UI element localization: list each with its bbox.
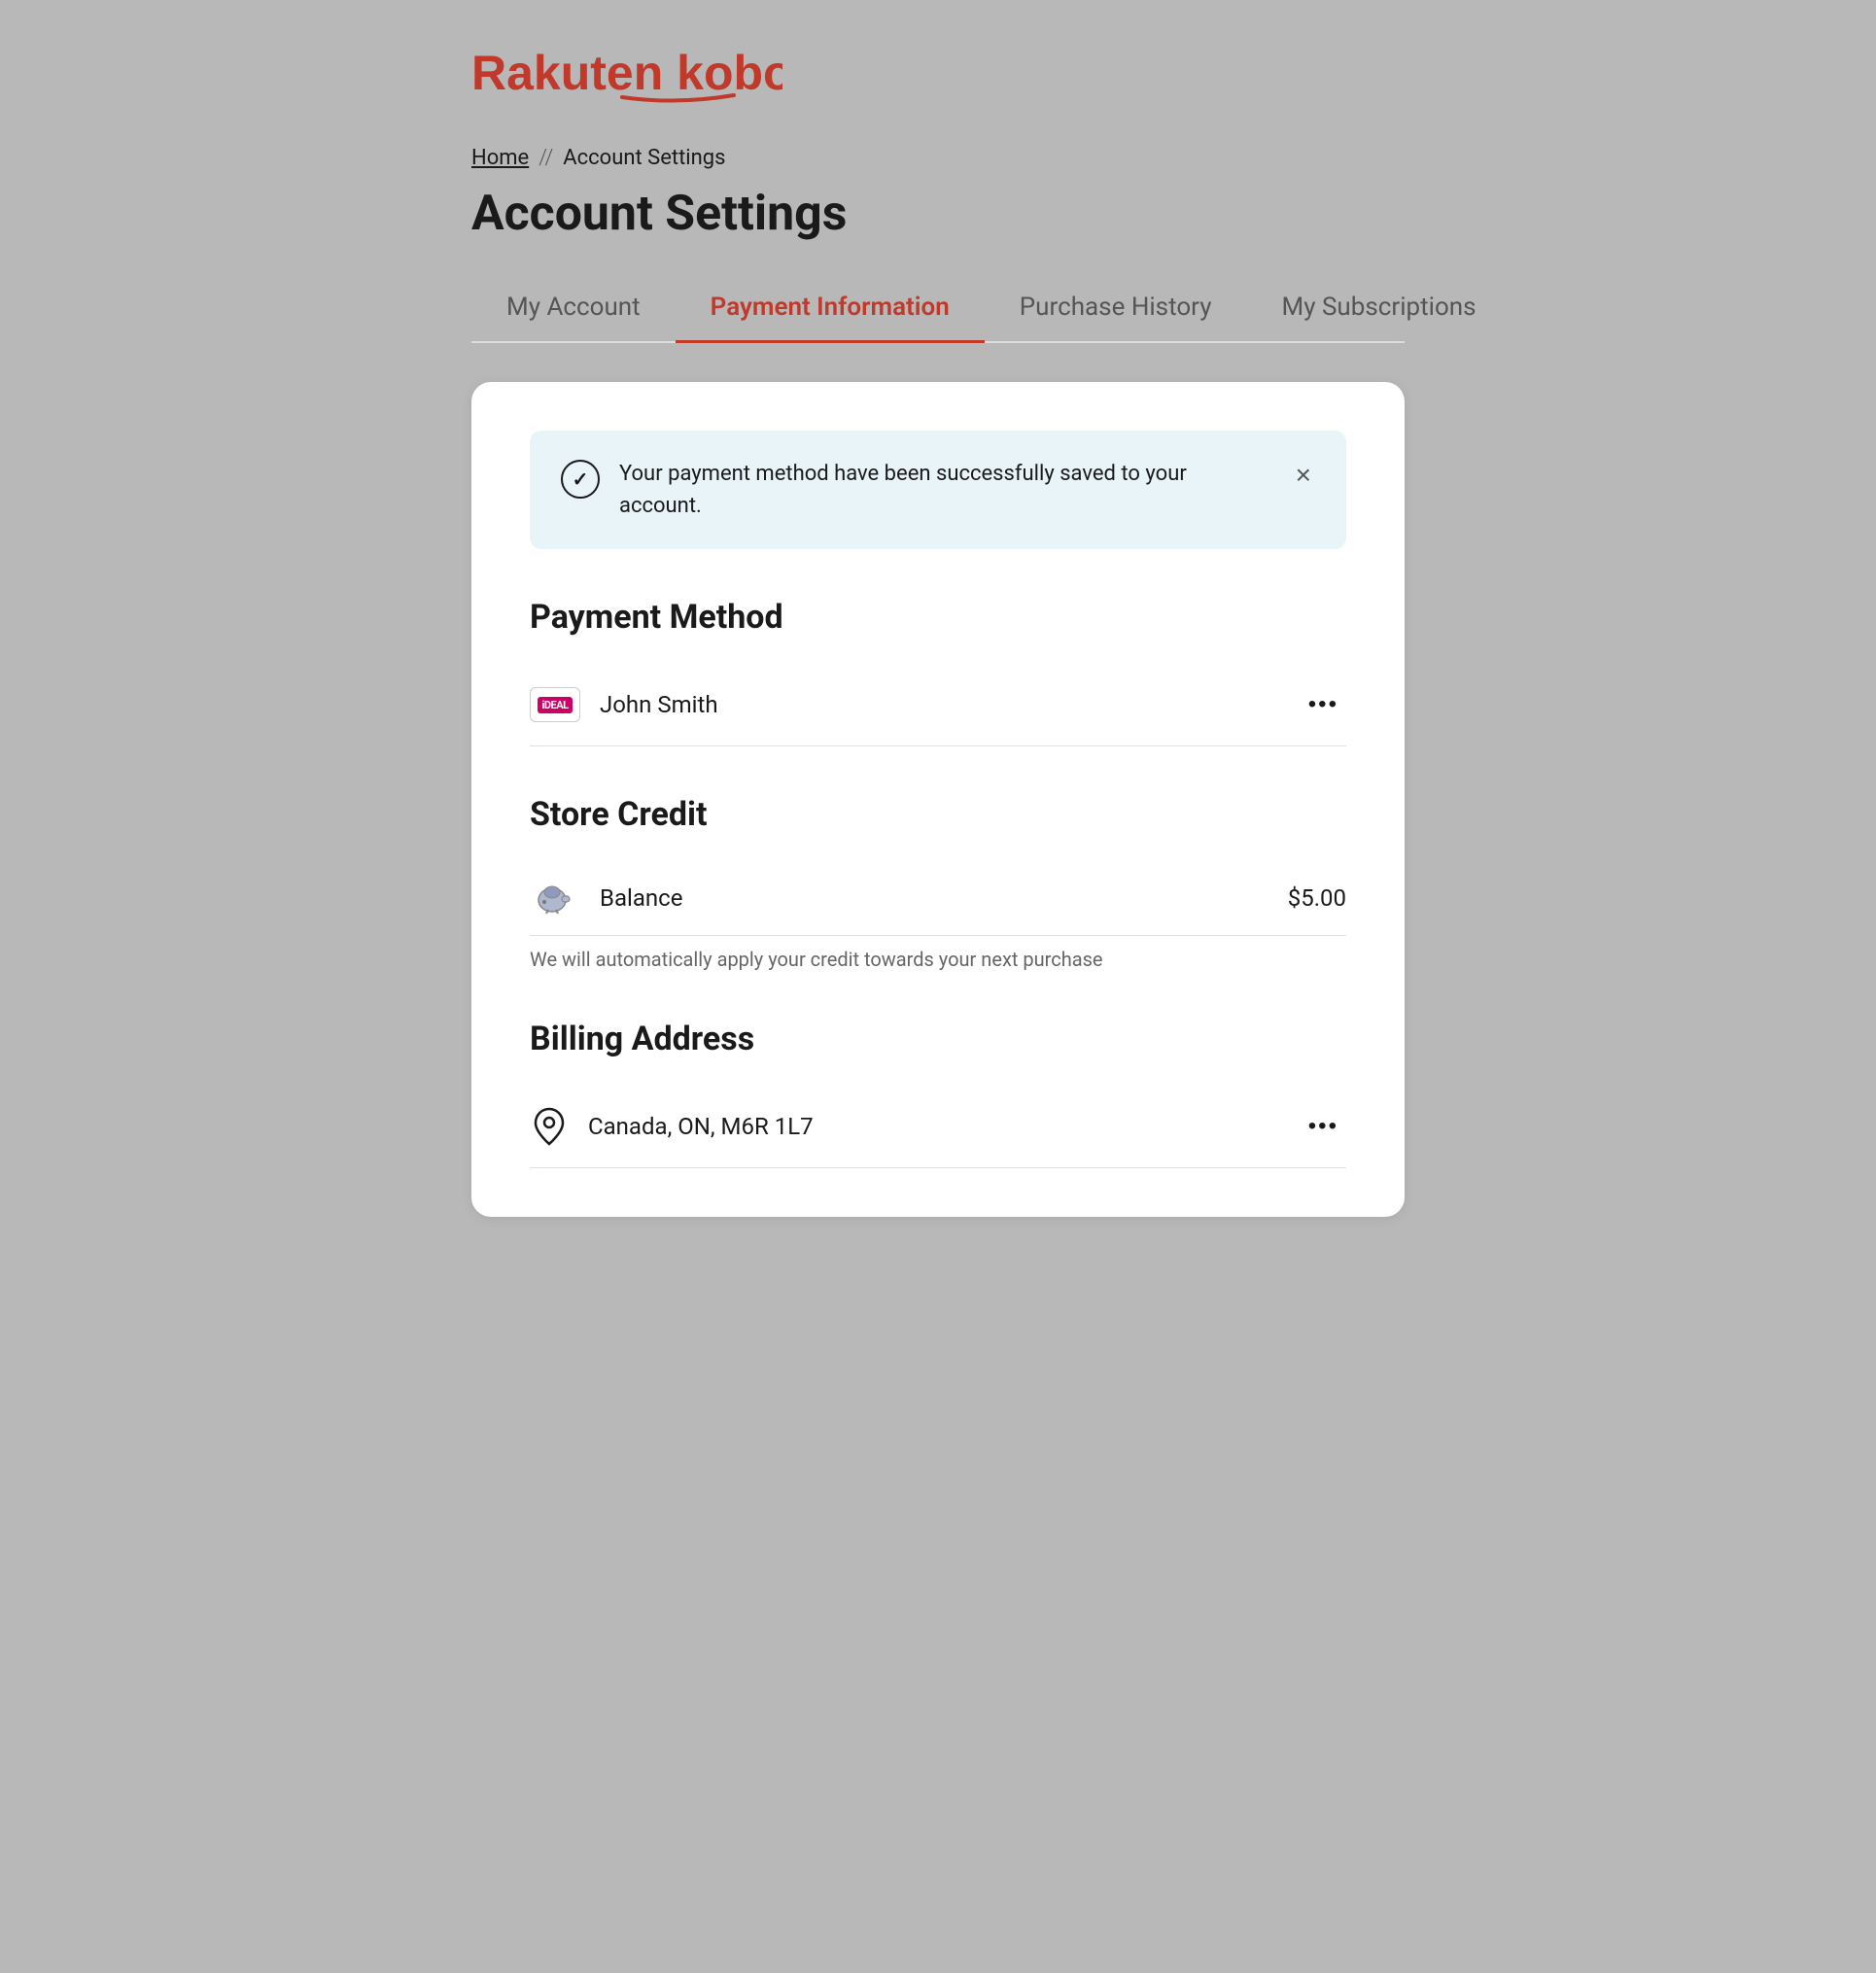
store-credit-note: We will automatically apply your credit … — [530, 948, 1346, 971]
ideal-badge-text: iDEAL — [538, 697, 572, 713]
payment-method-row: iDEAL John Smith ••• — [530, 664, 1346, 746]
main-content-card: Your payment method have been successful… — [471, 382, 1405, 1217]
payment-holder-name: John Smith — [600, 691, 1281, 718]
store-credit-icon — [530, 881, 580, 916]
store-credit-section: Store Credit Balance $5.00 We wil — [530, 795, 1346, 971]
balance-row: Balance $5.00 — [530, 861, 1346, 936]
breadcrumb-home-link[interactable]: Home — [471, 146, 529, 170]
balance-amount: $5.00 — [1288, 884, 1346, 912]
tabs-container: My Account Payment Information Purchase … — [471, 277, 1405, 343]
close-notification-button[interactable]: × — [1292, 458, 1315, 493]
balance-label: Balance — [600, 884, 1268, 912]
page-title: Account Settings — [471, 186, 1405, 242]
payment-method-section: Payment Method iDEAL John Smith ••• — [530, 598, 1346, 746]
payment-more-options-button[interactable]: ••• — [1301, 683, 1346, 726]
address-more-options-button[interactable]: ••• — [1301, 1105, 1346, 1148]
billing-address-text: Canada, ON, M6R 1L7 — [588, 1113, 1281, 1140]
svg-text:Rakuten kobo: Rakuten kobo — [471, 46, 782, 100]
billing-address-section: Billing Address Canada, ON, M6R 1L7 ••• — [530, 1020, 1346, 1168]
tab-payment-information[interactable]: Payment Information — [676, 277, 985, 341]
success-notification: Your payment method have been successful… — [530, 431, 1346, 549]
billing-address-heading: Billing Address — [530, 1020, 1346, 1058]
breadcrumb: Home // Account Settings — [471, 146, 1405, 170]
logo: Rakuten kobo — [471, 39, 1405, 107]
breadcrumb-current: Account Settings — [563, 146, 725, 170]
ideal-icon: iDEAL — [530, 687, 580, 722]
success-message-text: Your payment method have been successful… — [619, 458, 1272, 522]
store-credit-heading: Store Credit — [530, 795, 1346, 834]
tab-my-account[interactable]: My Account — [471, 277, 676, 341]
tab-my-subscriptions[interactable]: My Subscriptions — [1247, 277, 1511, 341]
breadcrumb-separator: // — [538, 146, 553, 170]
billing-address-row: Canada, ON, M6R 1L7 ••• — [530, 1086, 1346, 1168]
tab-purchase-history[interactable]: Purchase History — [985, 277, 1247, 341]
location-pin-icon — [530, 1107, 569, 1146]
payment-method-heading: Payment Method — [530, 598, 1346, 637]
success-check-icon — [561, 460, 600, 499]
